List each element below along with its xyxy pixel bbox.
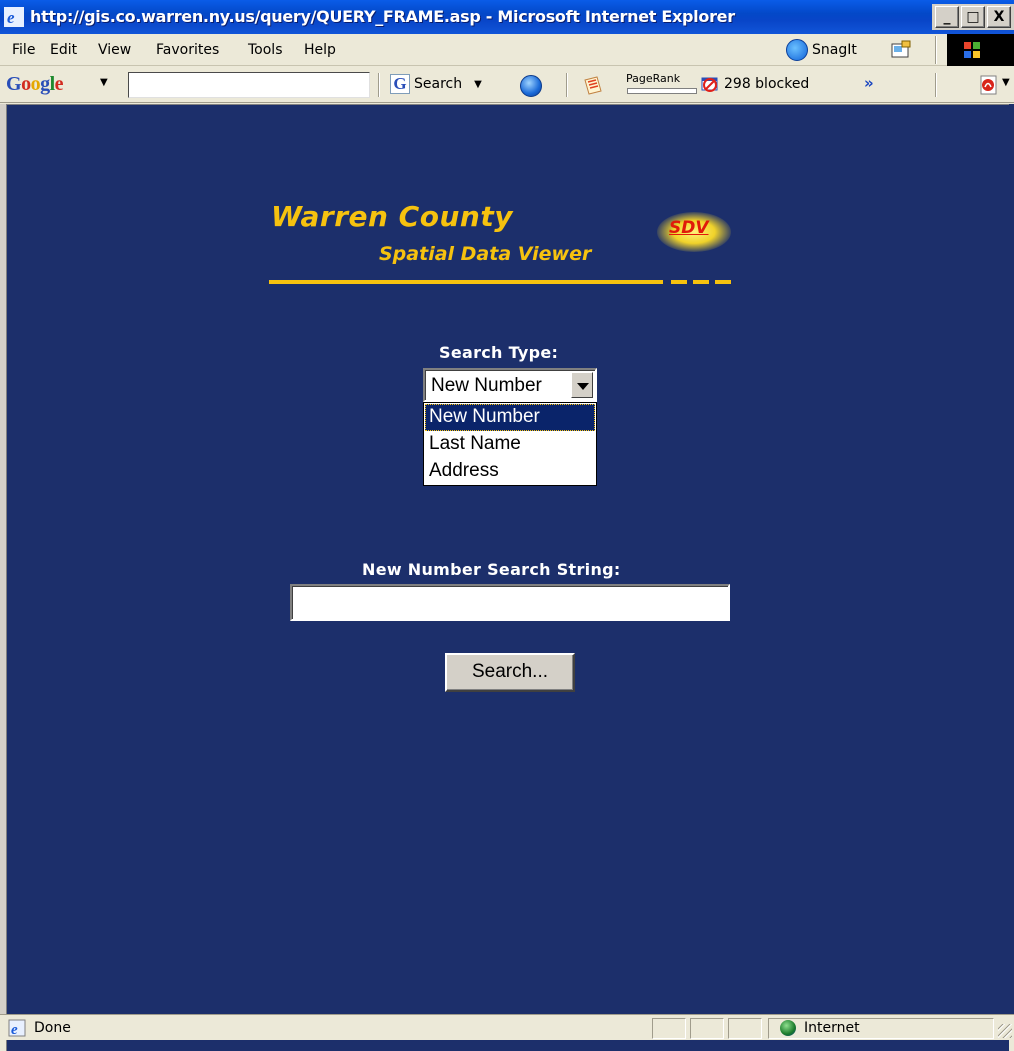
close-button[interactable]: X	[987, 6, 1011, 28]
menu-file[interactable]: File	[12, 42, 35, 58]
menu-favorites[interactable]: Favorites	[156, 42, 219, 58]
google-logo-letter: o	[21, 73, 31, 95]
search-dropdown-icon[interactable]: ▼	[474, 79, 482, 90]
menu-bar: File Edit View Favorites Tools Help Snag…	[0, 34, 1014, 66]
option-address[interactable]: Address	[425, 458, 595, 485]
search-type-dropdown-button[interactable]	[571, 372, 593, 398]
option-new-number[interactable]: New Number	[425, 404, 595, 431]
svg-text:e: e	[7, 8, 15, 27]
menu-view[interactable]: View	[98, 42, 131, 58]
status-cell	[652, 1018, 686, 1039]
internet-zone-icon	[780, 1020, 796, 1036]
chevron-down-icon	[577, 383, 589, 390]
popup-blocked-icon	[701, 77, 718, 92]
google-logo-letter: e	[54, 73, 64, 95]
popup-blocker-button[interactable]: 298 blocked	[700, 74, 809, 94]
google-logo[interactable]: Google	[6, 73, 64, 96]
internet-explorer-icon: e	[4, 7, 24, 27]
close-icon: X	[993, 9, 1005, 25]
minimize-button[interactable]: _	[935, 6, 959, 28]
maximize-button[interactable]: □	[961, 6, 985, 28]
acrobat-dropdown-icon[interactable]: ▼	[1002, 77, 1010, 88]
window-controls: _ □ X	[932, 4, 1014, 30]
google-search-button[interactable]: G Search ▼	[390, 74, 482, 94]
logo-title: Warren County	[271, 200, 513, 233]
search-string-input[interactable]	[290, 584, 730, 621]
news-icon[interactable]	[582, 75, 604, 97]
snagit-capture-icon[interactable]	[890, 40, 912, 60]
toolbar-separator	[566, 73, 568, 97]
title-bar[interactable]: e http://gis.co.warren.ny.us/query/QUERY…	[0, 0, 1014, 34]
google-menu-dropdown-icon[interactable]: ▼	[100, 77, 108, 88]
option-last-name[interactable]: Last Name	[425, 431, 595, 458]
maximize-icon: □	[966, 9, 980, 25]
snagit-button[interactable]: SnagIt	[786, 39, 857, 61]
minimize-icon: _	[943, 9, 951, 25]
acrobat-icon[interactable]	[978, 74, 1000, 96]
logo-dash	[715, 280, 731, 284]
google-search-input[interactable]	[128, 72, 370, 98]
page-icon: e	[8, 1019, 26, 1037]
warren-county-logo: Warren County Spatial Data Viewer SDV	[257, 200, 737, 305]
status-cell	[728, 1018, 762, 1039]
status-text: Done	[34, 1020, 71, 1036]
blocked-count: 298 blocked	[724, 76, 810, 92]
google-logo-letter: o	[30, 73, 41, 95]
toolbar-separator	[378, 73, 380, 97]
page-content: Warren County Spatial Data Viewer SDV Se…	[6, 104, 1009, 1051]
logo-underline	[269, 280, 663, 284]
search-string-label: New Number Search String:	[362, 560, 621, 579]
logo-dash	[671, 280, 687, 284]
search-type-label: Search Type:	[439, 343, 559, 362]
windows-logo-icon	[964, 42, 980, 58]
search-button[interactable]: Search...	[445, 653, 575, 692]
sdv-badge: SDV	[669, 218, 709, 238]
logo-subtitle: Spatial Data Viewer	[379, 243, 592, 265]
status-cell	[690, 1018, 724, 1039]
snagit-icon	[786, 39, 808, 61]
pagerank-label: PageRank	[626, 72, 681, 85]
google-logo-letter: G	[6, 73, 22, 95]
google-search-label: Search	[414, 76, 463, 92]
window-title: http://gis.co.warren.ny.us/query/QUERY_F…	[30, 7, 735, 26]
page-viewport: Warren County Spatial Data Viewer SDV Se…	[0, 104, 1014, 1051]
menu-separator	[935, 36, 937, 64]
logo-dash	[693, 280, 709, 284]
more-chevron-icon[interactable]: »	[864, 74, 874, 92]
search-type-select[interactable]: New Number	[423, 368, 597, 402]
zone-cell	[768, 1018, 994, 1039]
globe-icon[interactable]	[520, 75, 542, 97]
menu-edit[interactable]: Edit	[50, 42, 77, 58]
windows-logo-area	[947, 34, 1014, 66]
google-g-icon: G	[390, 74, 410, 94]
google-logo-letter: g	[40, 73, 50, 95]
search-type-value: New Number	[431, 375, 542, 396]
snagit-label: SnagIt	[812, 42, 857, 58]
svg-text:e: e	[11, 1022, 18, 1037]
resize-grip[interactable]	[998, 1024, 1012, 1038]
toolbar-separator	[935, 73, 937, 97]
zone-text: Internet	[804, 1020, 860, 1036]
pagerank-bar	[627, 88, 697, 94]
menu-help[interactable]: Help	[304, 42, 336, 58]
search-type-options: New Number Last Name Address	[423, 402, 597, 486]
google-toolbar: Google ▼ G Search ▼ PageRank 298 blocked…	[0, 67, 1014, 103]
status-bar: e Done Internet	[0, 1014, 1014, 1040]
menu-tools[interactable]: Tools	[248, 42, 283, 58]
